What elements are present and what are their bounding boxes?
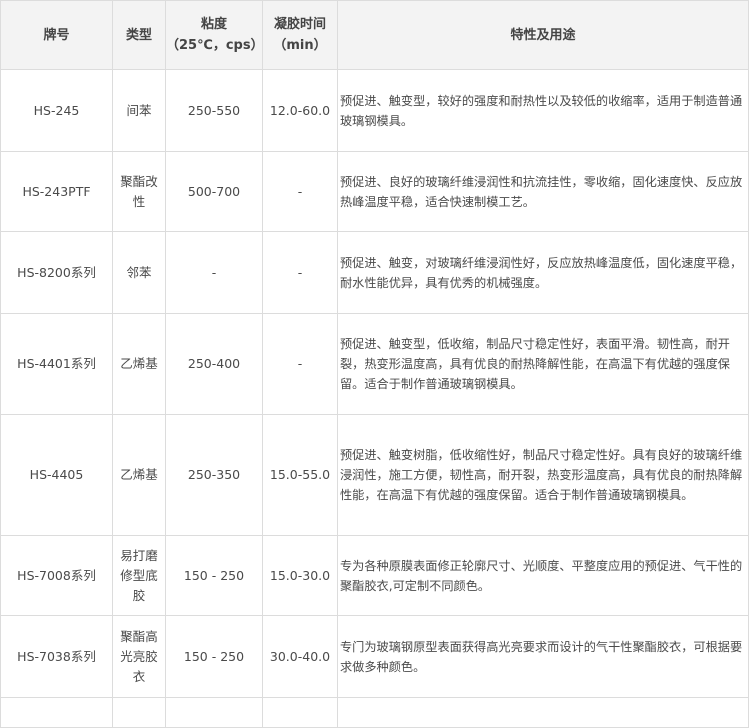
- cell-empty: [262, 697, 338, 728]
- cell-description: 专门为玻璃钢原型表面获得高光亮要求而设计的气干性聚酯胶衣，可根据要求做多种颜色。: [337, 615, 749, 698]
- cell-brand: HS-8200系列: [0, 231, 113, 314]
- header-viscosity-title: 粘度: [200, 17, 227, 32]
- cell-viscosity: -: [165, 231, 263, 314]
- header-brand: 牌号: [0, 0, 113, 70]
- cell-empty: [165, 697, 263, 728]
- cell-brand: HS-243PTF: [0, 151, 113, 232]
- cell-gel-time: 15.0-30.0: [262, 535, 338, 616]
- cell-description: 专为各种原膜表面修正轮廓尺寸、光顺度、平整度应用的预促进、气干性的聚酯胶衣,可定…: [337, 535, 749, 616]
- table-row: HS-8200系列 邻苯 - - 预促进、触变，对玻璃纤维浸润性好，反应放热峰温…: [0, 231, 749, 314]
- header-gel-time-title: 凝胶时间: [273, 17, 326, 32]
- table-row-partial: [0, 697, 749, 728]
- cell-description: 预促进、触变树脂，低收缩性好，制品尺寸稳定性好。具有良好的玻璃纤维浸润性，施工方…: [337, 414, 749, 536]
- cell-type: 乙烯基: [112, 313, 166, 415]
- cell-type: 间苯: [112, 69, 166, 152]
- cell-brand: HS-4401系列: [0, 313, 113, 415]
- cell-empty: [112, 697, 166, 728]
- cell-empty: [0, 697, 113, 728]
- cell-brand: HS-4405: [0, 414, 113, 536]
- cell-viscosity: 250-400: [165, 313, 263, 415]
- header-description: 特性及用途: [337, 0, 749, 70]
- cell-gel-time: -: [262, 231, 338, 314]
- cell-gel-time: 15.0-55.0: [262, 414, 338, 536]
- cell-description: 预促进、触变，对玻璃纤维浸润性好，反应放热峰温度低，固化速度平稳，耐水性能优异，…: [337, 231, 749, 314]
- cell-type: 乙烯基: [112, 414, 166, 536]
- cell-brand: HS-7038系列: [0, 615, 113, 698]
- header-viscosity-unit: （25℃，cps）: [166, 38, 263, 53]
- header-gel-time: 凝胶时间 （min）: [262, 0, 338, 70]
- cell-gel-time: -: [262, 151, 338, 232]
- cell-brand: HS-245: [0, 69, 113, 152]
- cell-description: 预促进、触变型，低收缩，制品尺寸稳定性好，表面平滑。韧性高，耐开裂，热变形温度高…: [337, 313, 749, 415]
- cell-brand: HS-7008系列: [0, 535, 113, 616]
- cell-viscosity: 250-550: [165, 69, 263, 152]
- table-row: HS-7008系列 易打磨修型底胶 150 - 250 15.0-30.0 专为…: [0, 535, 749, 616]
- cell-type: 邻苯: [112, 231, 166, 314]
- table-header-row: 牌号 类型 粘度 （25℃，cps） 凝胶时间 （min） 特性及用途: [0, 0, 749, 70]
- cell-description: 预促进、触变型，较好的强度和耐热性以及较低的收缩率，适用于制造普通玻璃钢模具。: [337, 69, 749, 152]
- table-row: HS-4405 乙烯基 250-350 15.0-55.0 预促进、触变树脂，低…: [0, 414, 749, 536]
- table-row: HS-245 间苯 250-550 12.0-60.0 预促进、触变型，较好的强…: [0, 69, 749, 152]
- table-row: HS-7038系列 聚酯高光亮胶衣 150 - 250 30.0-40.0 专门…: [0, 615, 749, 698]
- header-viscosity: 粘度 （25℃，cps）: [165, 0, 263, 70]
- cell-viscosity: 150 - 250: [165, 535, 263, 616]
- table-row: HS-243PTF 聚酯改性 500-700 - 预促进、良好的玻璃纤维浸润性和…: [0, 151, 749, 232]
- cell-gel-time: -: [262, 313, 338, 415]
- header-type: 类型: [112, 0, 166, 70]
- header-gel-time-unit: （min）: [273, 38, 327, 53]
- table-row: HS-4401系列 乙烯基 250-400 - 预促进、触变型，低收缩，制品尺寸…: [0, 313, 749, 415]
- cell-type: 易打磨修型底胶: [112, 535, 166, 616]
- cell-type: 聚酯高光亮胶衣: [112, 615, 166, 698]
- product-table-container: 牌号 类型 粘度 （25℃，cps） 凝胶时间 （min） 特性及用途 HS-2…: [0, 0, 751, 728]
- cell-type: 聚酯改性: [112, 151, 166, 232]
- cell-empty: [337, 697, 749, 728]
- product-spec-table: 牌号 类型 粘度 （25℃，cps） 凝胶时间 （min） 特性及用途 HS-2…: [0, 0, 749, 728]
- cell-viscosity: 500-700: [165, 151, 263, 232]
- cell-gel-time: 30.0-40.0: [262, 615, 338, 698]
- cell-gel-time: 12.0-60.0: [262, 69, 338, 152]
- cell-viscosity: 150 - 250: [165, 615, 263, 698]
- cell-description: 预促进、良好的玻璃纤维浸润性和抗流挂性，零收缩，固化速度快、反应放热峰温度平稳，…: [337, 151, 749, 232]
- cell-viscosity: 250-350: [165, 414, 263, 536]
